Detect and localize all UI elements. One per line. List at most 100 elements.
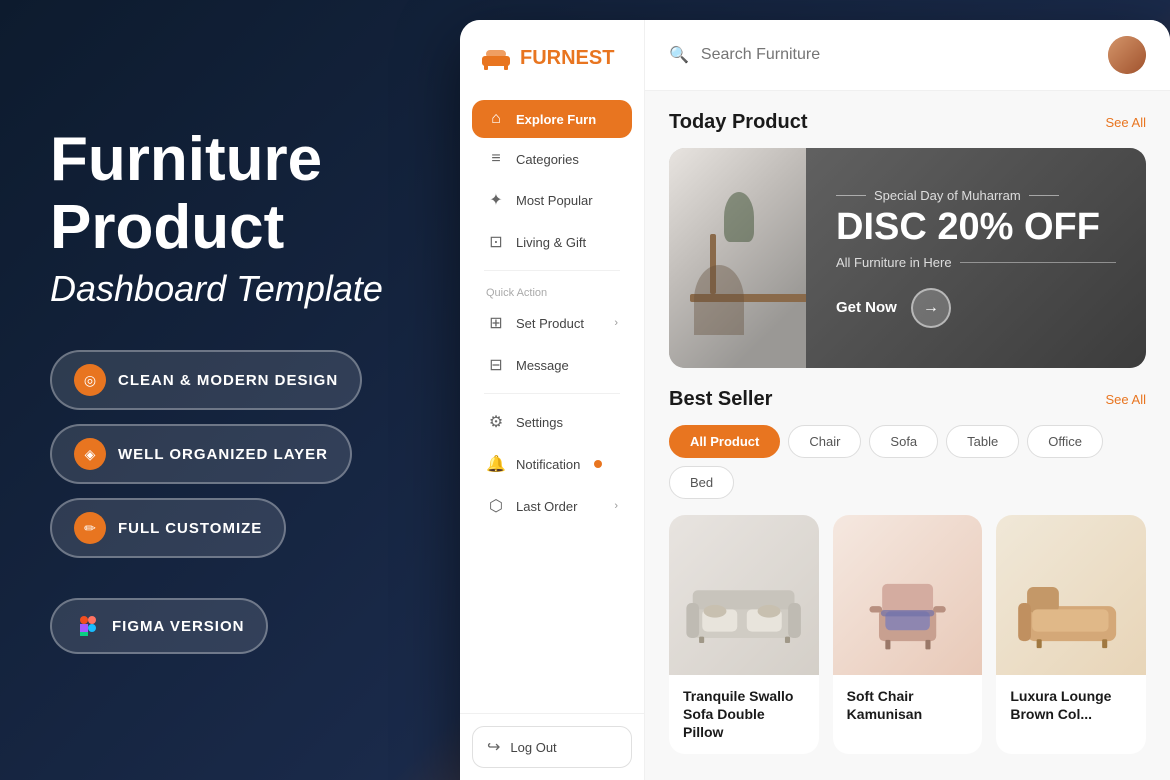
page-wrapper: Furniture Product Dashboard Template ◎ C… (0, 0, 1170, 780)
feature-item-1: ◎ CLEAN & MODERN DESIGN (50, 350, 362, 410)
banner-subtitle: Special Day of Muharram (836, 188, 1116, 203)
avatar-image (1108, 36, 1146, 74)
product-image-3 (996, 515, 1146, 675)
product-card-info-2: Soft Chair Kamunisan (833, 675, 983, 735)
figma-icon (74, 612, 102, 640)
feature-item-2: ◈ WELL ORGANIZED LAYER (50, 424, 352, 484)
lastorder-icon: ⬡ (486, 496, 506, 516)
notification-icon: 🔔 (486, 454, 506, 474)
app-window: FURNEST ⌂ Explore Furn ≡ Categories ✦ Mo… (460, 20, 1170, 780)
product-card-info-1: Tranquile Swallo Sofa Double Pillow (669, 675, 819, 754)
banner-cta: Get Now → (836, 288, 1116, 328)
living-icon: ⊡ (486, 232, 506, 252)
filter-tab-bed[interactable]: Bed (669, 466, 734, 499)
search-input[interactable] (701, 46, 1096, 64)
product-card-info-3: Luxura Lounge Brown Col... (996, 675, 1146, 735)
filter-tab-sofa[interactable]: Sofa (869, 425, 938, 458)
notification-dot (594, 460, 602, 468)
product-image-2 (833, 515, 983, 675)
feature-label-1: CLEAN & MODERN DESIGN (118, 372, 338, 389)
today-product-section-header: Today Product See All (669, 111, 1146, 134)
cta-text: Get Now (836, 299, 897, 316)
banner-silhouette (669, 148, 806, 368)
header: 🔍 (645, 20, 1170, 91)
best-seller-title: Best Seller (669, 388, 772, 411)
product-grid: Tranquile Swallo Sofa Double Pillow (669, 515, 1146, 754)
product-image-1 (669, 515, 819, 675)
content-area: Today Product See All Special Day of Muh… (645, 91, 1170, 780)
quick-action-label: Quick Action (472, 279, 632, 303)
figma-badge-text: FIGMA VERSION (112, 618, 244, 635)
home-icon: ⌂ (486, 110, 506, 128)
logo-icon (480, 44, 512, 72)
banner-description: All Furniture in Here (836, 255, 1116, 270)
chevron-setproduct: › (614, 317, 618, 329)
nav-label-popular: Most Popular (516, 193, 593, 208)
product-name-2: Soft Chair Kamunisan (847, 687, 969, 723)
product-card-3[interactable]: Luxura Lounge Brown Col... (996, 515, 1146, 754)
sidebar-bottom: ↪ Log Out (460, 713, 644, 780)
filter-tab-all[interactable]: All Product (669, 425, 780, 458)
banner-content: Special Day of Muharram DISC 20% OFF All… (806, 148, 1146, 368)
best-seller-see-all[interactable]: See All (1106, 392, 1146, 407)
today-product-title: Today Product (669, 111, 808, 134)
feature-item-3: ✏ FULL CUSTOMIZE (50, 498, 286, 558)
filter-tab-chair[interactable]: Chair (788, 425, 861, 458)
filter-tab-office[interactable]: Office (1027, 425, 1103, 458)
nav-label-message: Message (516, 358, 569, 373)
product-name-1: Tranquile Swallo Sofa Double Pillow (683, 687, 805, 742)
sidebar-logo: FURNEST (460, 20, 644, 92)
nav-label-living: Living & Gift (516, 235, 586, 250)
feature-label-3: FULL CUSTOMIZE (118, 520, 262, 537)
banner-plant-decoration (724, 192, 754, 242)
nav-label-lastorder: Last Order (516, 499, 577, 514)
clean-design-icon: ◎ (74, 364, 106, 396)
sidebar-nav: ⌂ Explore Furn ≡ Categories ✦ Most Popul… (460, 92, 644, 713)
sidebar-item-lastorder[interactable]: ⬡ Last Order › (472, 486, 632, 526)
nav-label-categories: Categories (516, 152, 579, 167)
best-seller-section-header: Best Seller See All (669, 388, 1146, 411)
settings-icon: ⚙ (486, 412, 506, 432)
today-product-see-all[interactable]: See All (1106, 115, 1146, 130)
nav-label-settings: Settings (516, 415, 563, 430)
sidebar-item-explore[interactable]: ⌂ Explore Furn (472, 100, 632, 138)
avatar (1108, 36, 1146, 74)
sidebar-item-categories[interactable]: ≡ Categories (472, 140, 632, 178)
sidebar-item-living[interactable]: ⊡ Living & Gift (472, 222, 632, 262)
filter-tabs: All Product Chair Sofa Table Office Bed (669, 425, 1146, 499)
product-card-1[interactable]: Tranquile Swallo Sofa Double Pillow (669, 515, 819, 754)
cta-button[interactable]: → (911, 288, 951, 328)
logout-label: Log Out (510, 740, 556, 755)
sidebar-item-settings[interactable]: ⚙ Settings (472, 402, 632, 442)
logout-button[interactable]: ↪ Log Out (472, 726, 632, 768)
promo-features: ◎ CLEAN & MODERN DESIGN ◈ WELL ORGANIZED… (50, 350, 410, 558)
promo-banner: Special Day of Muharram DISC 20% OFF All… (669, 148, 1146, 368)
categories-icon: ≡ (486, 150, 506, 168)
nav-label-explore: Explore Furn (516, 112, 596, 127)
banner-image (669, 148, 806, 368)
promo-panel: Furniture Product Dashboard Template ◎ C… (0, 0, 460, 780)
feature-label-2: WELL ORGANIZED LAYER (118, 446, 328, 463)
banner-chair-decoration (694, 265, 744, 335)
logo-text: FURNEST (520, 47, 614, 70)
filter-tab-table[interactable]: Table (946, 425, 1019, 458)
main-content: 🔍 Today Product See All (645, 20, 1170, 780)
sidebar-item-message[interactable]: ⊟ Message (472, 345, 632, 385)
customize-icon: ✏ (74, 512, 106, 544)
search-icon: 🔍 (669, 45, 689, 65)
nav-label-notification: Notification (516, 457, 580, 472)
sidebar: FURNEST ⌂ Explore Furn ≡ Categories ✦ Mo… (460, 20, 645, 780)
banner-title: DISC 20% OFF (836, 207, 1116, 249)
sidebar-item-popular[interactable]: ✦ Most Popular (472, 180, 632, 220)
sidebar-item-setproduct[interactable]: ⊞ Set Product › (472, 303, 632, 343)
nav-label-setproduct: Set Product (516, 316, 584, 331)
figma-badge[interactable]: FIGMA VERSION (50, 598, 268, 654)
product-card-2[interactable]: Soft Chair Kamunisan (833, 515, 983, 754)
message-icon: ⊟ (486, 355, 506, 375)
sidebar-divider-2 (484, 393, 620, 394)
promo-subtitle: Dashboard Template (50, 268, 410, 310)
setproduct-icon: ⊞ (486, 313, 506, 333)
promo-title: Furniture Product (50, 126, 410, 262)
organized-layer-icon: ◈ (74, 438, 106, 470)
sidebar-item-notification[interactable]: 🔔 Notification (472, 444, 632, 484)
